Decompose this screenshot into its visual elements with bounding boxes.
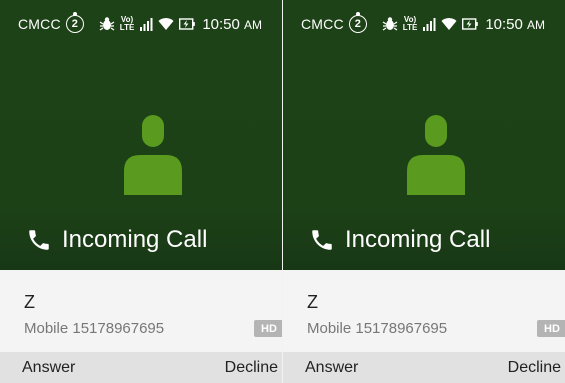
sim-icon: 2 xyxy=(348,12,367,33)
carrier-name: CMCC xyxy=(18,16,61,32)
carrier-name: CMCC xyxy=(301,16,344,32)
bug-icon xyxy=(99,17,115,31)
volte-bottom-text: LTE xyxy=(119,23,135,32)
decline-button[interactable]: Decline xyxy=(225,359,278,377)
bug-icon xyxy=(382,17,398,31)
clock-time: 10:50 xyxy=(202,15,240,33)
caller-info: Z Mobile 15178967695 HD xyxy=(283,270,565,352)
contact-avatar-icon xyxy=(124,115,182,195)
caller-number: Mobile 15178967695 xyxy=(307,320,448,337)
hd-badge: HD xyxy=(537,320,565,337)
hd-badge: HD xyxy=(254,320,282,337)
volte-icon: Vo) LTE xyxy=(403,16,418,32)
status-bar: CMCC 2 Vo) LTE 10:50 AM xyxy=(283,0,565,48)
phone-icon xyxy=(29,230,49,250)
contact-avatar-icon xyxy=(407,115,465,195)
call-header: CMCC 2 Vo) LTE 10:50 AM Incoming Call xyxy=(0,0,282,270)
phone-icon xyxy=(312,230,332,250)
wifi-icon xyxy=(158,18,174,30)
answer-button[interactable]: Answer xyxy=(22,359,75,377)
screenshot-stage: CMCC 2 Vo) LTE 10:50 AM Incoming Call Z … xyxy=(0,0,565,383)
volte-icon: Vo) LTE xyxy=(120,16,135,32)
wifi-icon xyxy=(441,18,457,30)
answer-button[interactable]: Answer xyxy=(305,359,358,377)
caller-name: Z xyxy=(24,292,35,312)
clock: 10:50 AM xyxy=(485,16,545,33)
incoming-call-label: Incoming Call xyxy=(309,226,490,254)
incoming-call-text: Incoming Call xyxy=(62,226,208,253)
incoming-call-screen-right: CMCC 2 Vo) LTE 10:50 AM Incoming Call Z … xyxy=(283,0,565,383)
call-actions: Answer Decline xyxy=(0,352,282,383)
clock-ampm: AM xyxy=(244,17,263,32)
incoming-call-label: Incoming Call xyxy=(26,226,207,254)
clock-time: 10:50 xyxy=(485,15,523,33)
battery-charging-icon xyxy=(179,18,196,30)
call-header: CMCC 2 Vo) LTE 10:50 AM Incoming Call xyxy=(283,0,565,270)
signal-icon xyxy=(140,18,153,31)
caller-number: Mobile 15178967695 xyxy=(24,320,165,337)
battery-charging-icon xyxy=(462,18,479,30)
call-actions: Answer Decline xyxy=(283,352,565,383)
sim-icon: 2 xyxy=(65,12,84,33)
incoming-call-text: Incoming Call xyxy=(345,226,491,253)
decline-button[interactable]: Decline xyxy=(508,359,561,377)
signal-icon xyxy=(423,18,436,31)
caller-info: Z Mobile 15178967695 HD xyxy=(0,270,282,352)
volte-bottom-text: LTE xyxy=(402,23,418,32)
clock-ampm: AM xyxy=(527,17,546,32)
caller-name: Z xyxy=(307,292,318,312)
incoming-call-screen-left: CMCC 2 Vo) LTE 10:50 AM Incoming Call Z … xyxy=(0,0,282,383)
status-bar: CMCC 2 Vo) LTE 10:50 AM xyxy=(0,0,282,48)
clock: 10:50 AM xyxy=(202,16,262,33)
